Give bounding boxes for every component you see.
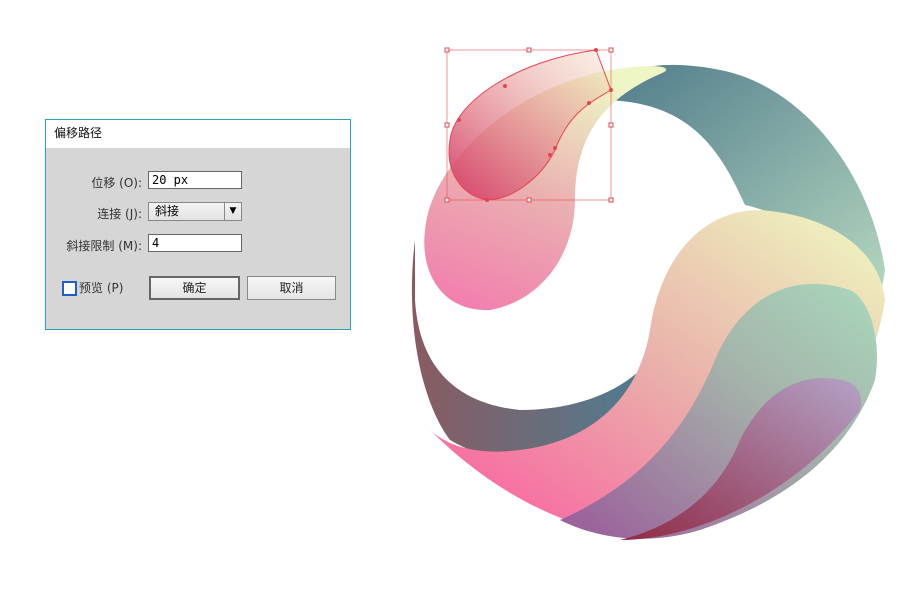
miter-limit-label: 斜接限制 (M): — [66, 239, 142, 253]
offset-label: 位移 (O): — [91, 176, 142, 190]
cancel-button[interactable]: 取消 — [247, 276, 336, 300]
triangle-down-icon[interactable]: ▼ — [224, 203, 241, 220]
joins-select[interactable]: 斜接 ▼ — [148, 202, 242, 221]
ok-button[interactable]: 确定 — [149, 276, 240, 300]
preview-checkbox[interactable] — [62, 281, 77, 296]
joins-label: 连接 (J): — [97, 207, 142, 221]
offset-path-dialog: 偏移路径 位移 (O): 20 px 连接 (J): 斜接 ▼ 斜接限制 (M)… — [45, 119, 351, 330]
offset-input[interactable]: 20 px — [148, 171, 242, 189]
miter-limit-input[interactable]: 4 — [148, 234, 242, 252]
dialog-title: 偏移路径 — [46, 120, 350, 148]
preview-label[interactable]: 预览 (P) — [79, 279, 123, 296]
joins-value: 斜接 — [155, 204, 180, 218]
